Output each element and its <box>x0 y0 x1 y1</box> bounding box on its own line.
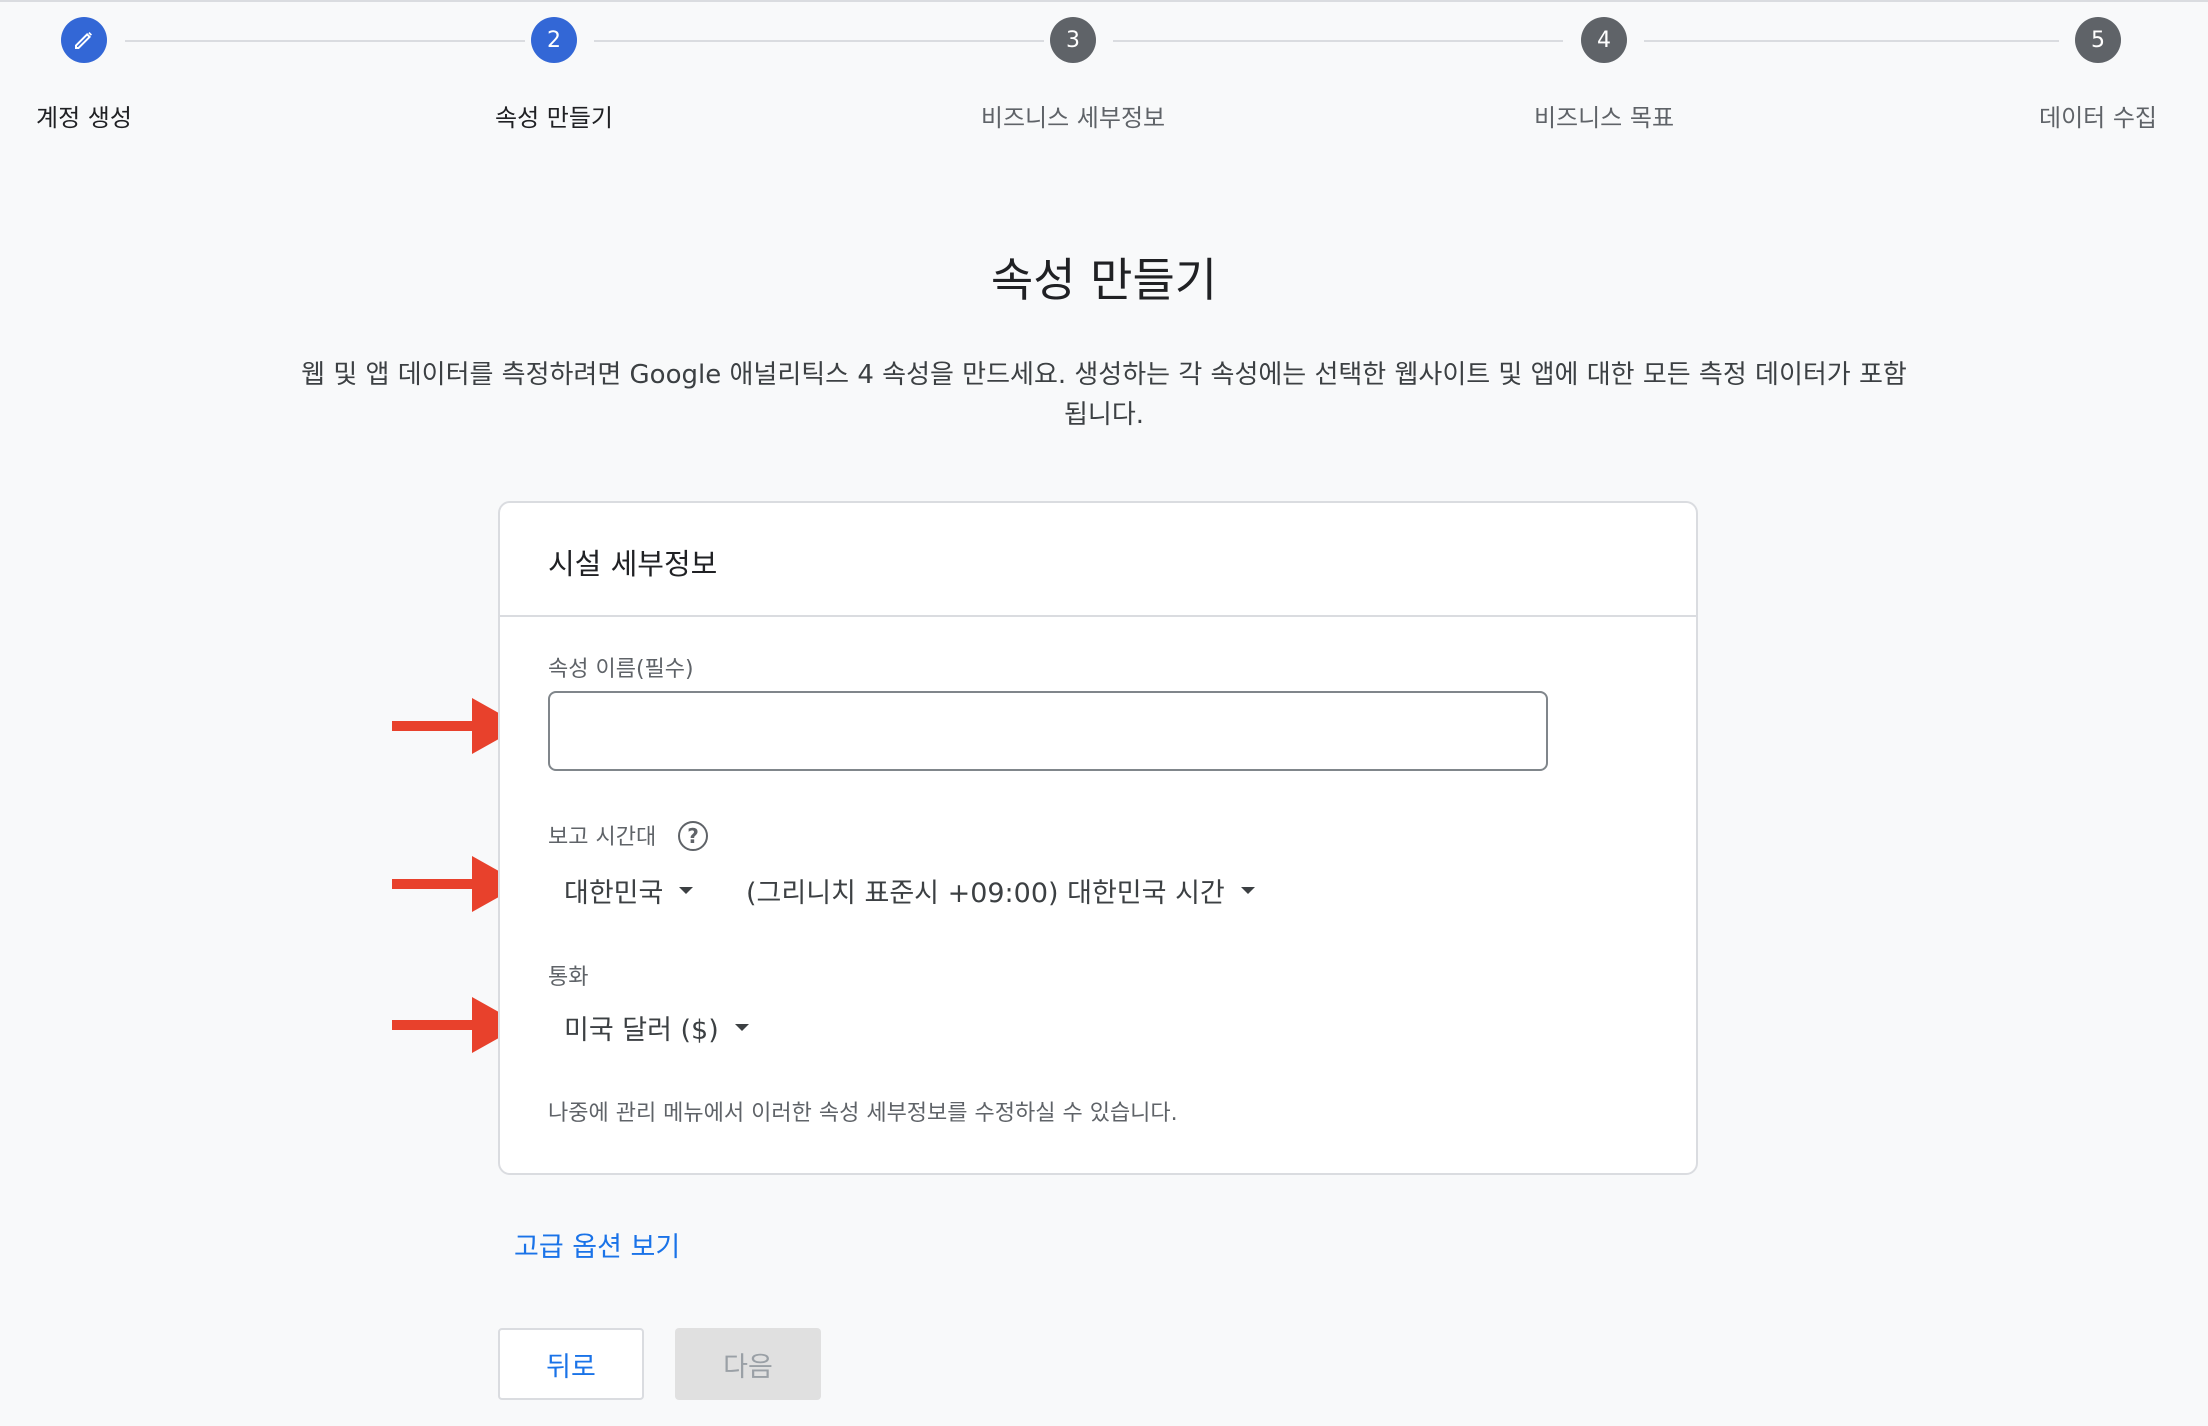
country-dropdown[interactable]: 대한민국 <box>564 871 694 910</box>
property-name-label: 속성 이름(필수) <box>548 657 694 682</box>
step-2-label: 속성 만들기 <box>494 104 614 132</box>
card-divider <box>500 615 1696 617</box>
currency-dropdown[interactable]: 미국 달러 ($) <box>564 1008 749 1047</box>
step-4-label: 비즈니스 목표 <box>1533 104 1675 132</box>
edit-later-note: 나중에 관리 메뉴에서 이러한 속성 세부정보를 수정하실 수 있습니다. <box>548 1101 1178 1126</box>
dropdown-caret-icon <box>679 887 694 894</box>
step-3-label: 비즈니스 세부정보 <box>980 104 1166 132</box>
back-button[interactable]: 뒤로 <box>498 1328 644 1400</box>
advanced-options-link[interactable]: 고급 옵션 보기 <box>514 1225 680 1264</box>
step-connector <box>1113 40 1563 42</box>
currency-label: 통화 <box>548 965 589 990</box>
property-name-input[interactable] <box>548 691 1548 771</box>
step-5-circle: 5 <box>2075 17 2121 63</box>
top-border <box>0 0 2208 2</box>
country-value: 대한민국 <box>564 878 664 909</box>
step-4-circle: 4 <box>1581 17 1627 63</box>
step-5-label: 데이터 수집 <box>2038 104 2158 132</box>
help-icon[interactable]: ? <box>678 821 708 851</box>
step-1-label: 계정 생성 <box>36 104 132 132</box>
dropdown-caret-icon <box>1240 887 1255 894</box>
currency-value: 미국 달러 ($) <box>564 1015 719 1046</box>
step-connector <box>594 40 1044 42</box>
timezone-value: (그리니치 표준시 +09:00) 대한민국 시간 <box>746 878 1225 909</box>
card-title: 시설 세부정보 <box>548 547 718 581</box>
timezone-label: 보고 시간대 <box>548 825 657 850</box>
step-1-circle <box>61 17 107 63</box>
dropdown-caret-icon <box>734 1024 749 1031</box>
next-button[interactable]: 다음 <box>675 1328 821 1400</box>
page-title: 속성 만들기 <box>990 253 1218 307</box>
step-2-circle: 2 <box>531 17 577 63</box>
page-description: 웹 및 앱 데이터를 측정하려면 Google 애널리틱스 4 속성을 만드세요… <box>301 360 1907 430</box>
step-connector <box>1644 40 2059 42</box>
page: 계정 생성 2 속성 만들기 3 비즈니스 세부정보 4 비즈니스 목표 5 데… <box>0 0 2208 1426</box>
property-details-card: 시설 세부정보 속성 이름(필수) 보고 시간대 ? 대한민국 (그리니치 표준… <box>498 501 1698 1175</box>
step-3-circle: 3 <box>1050 17 1096 63</box>
timezone-dropdown[interactable]: (그리니치 표준시 +09:00) 대한민국 시간 <box>746 871 1255 910</box>
step-connector <box>125 40 525 42</box>
pencil-icon <box>75 32 92 49</box>
